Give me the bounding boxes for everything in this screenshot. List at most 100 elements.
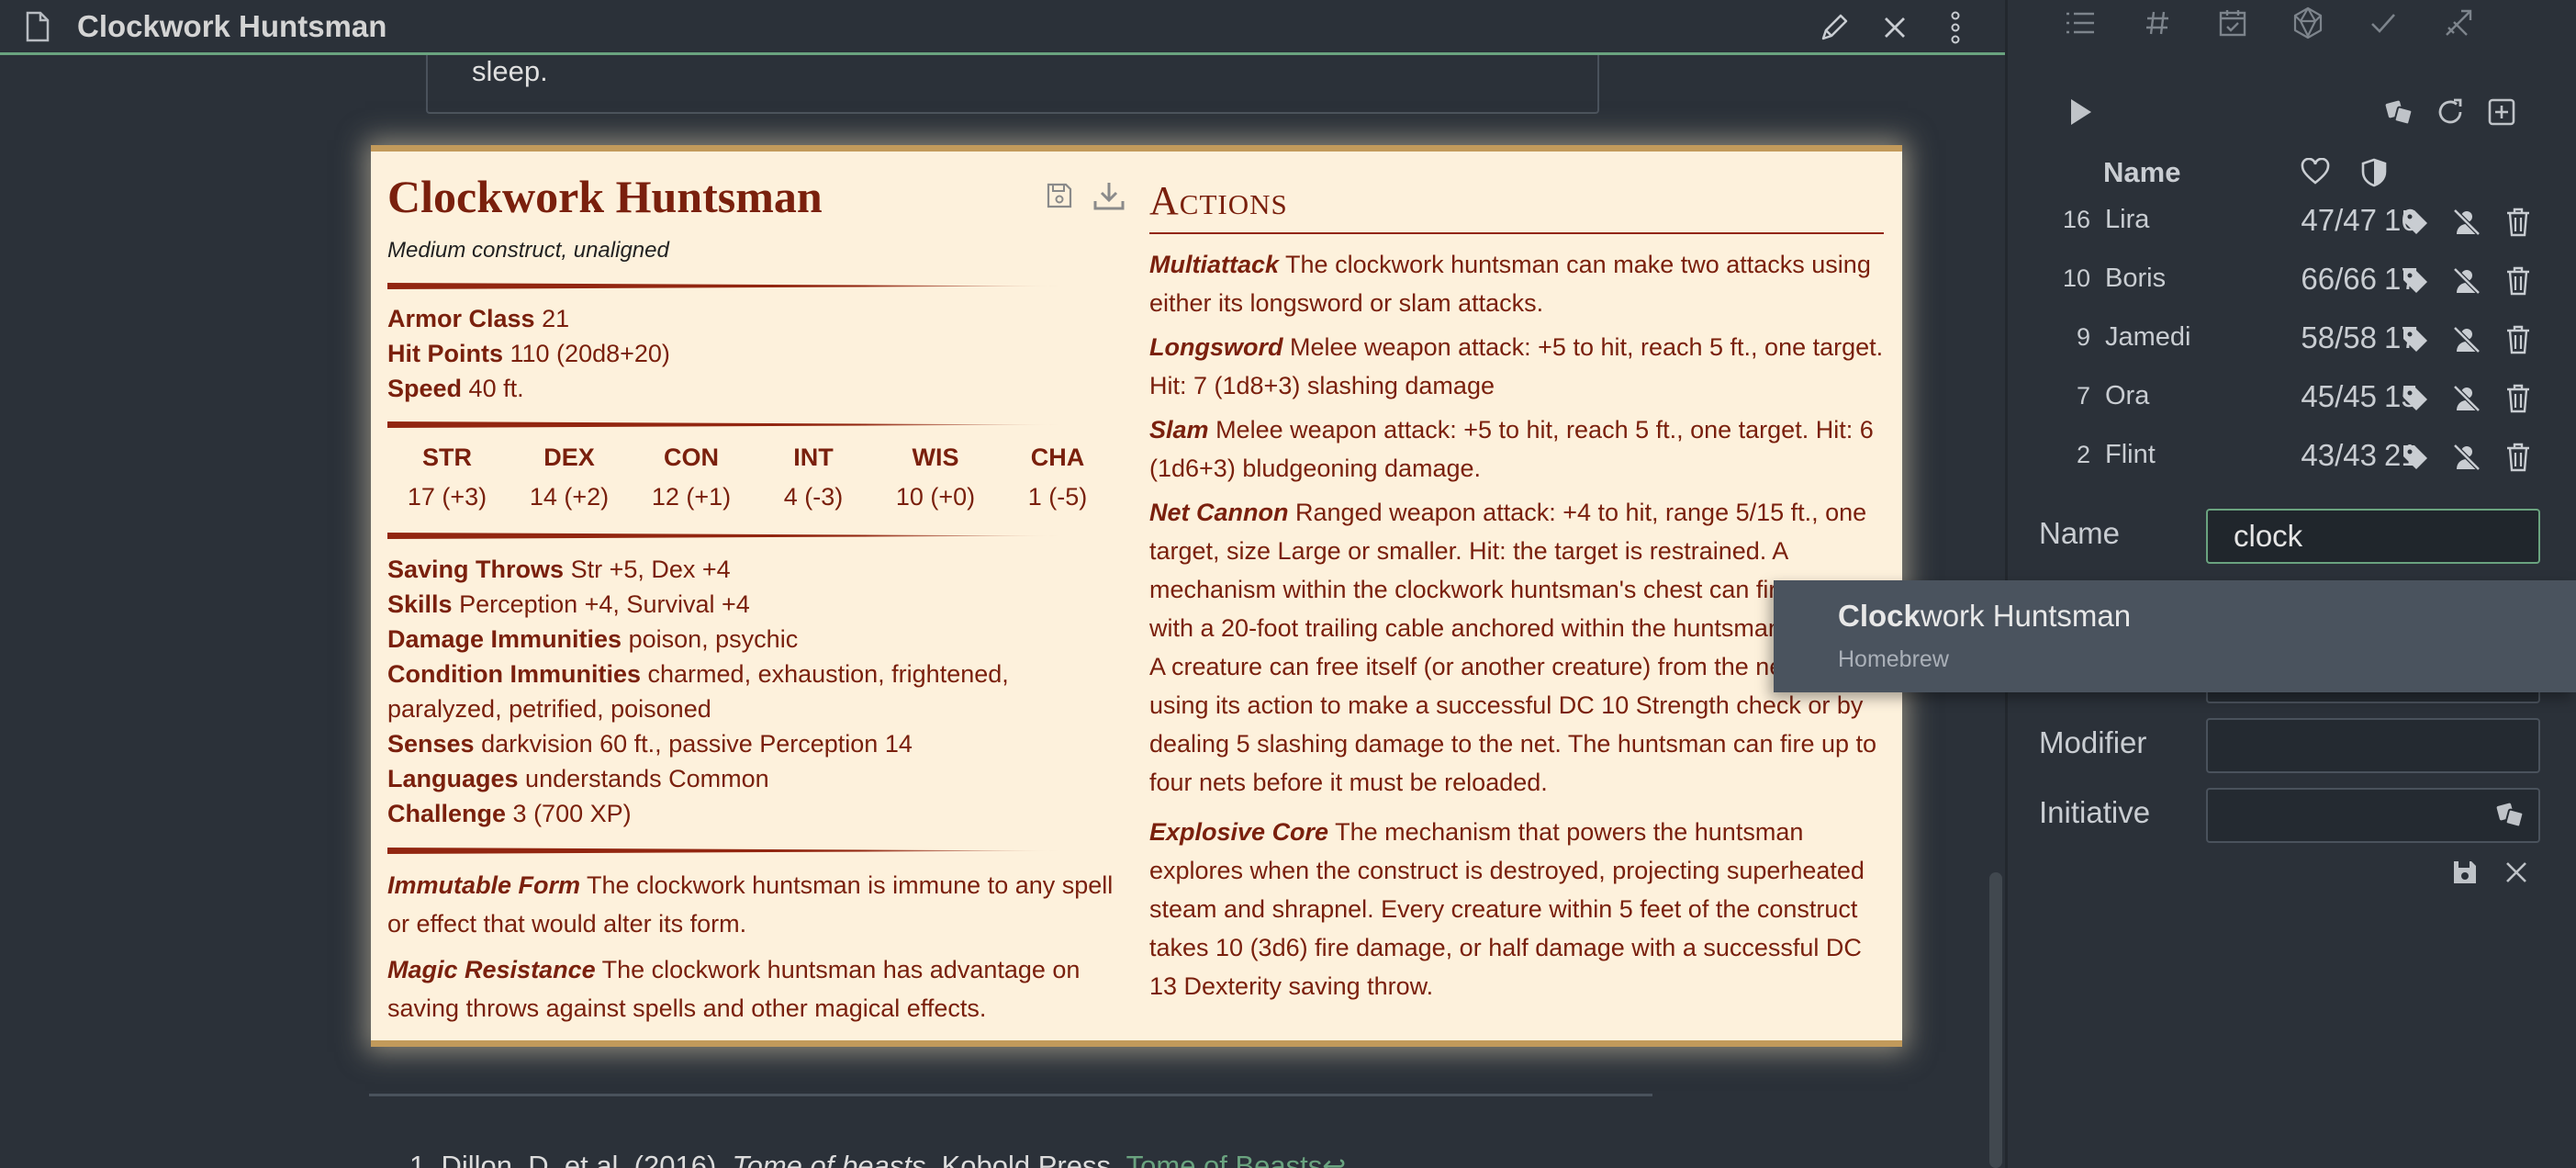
creature-row[interactable]: 9 Jamedi 58/58 17	[2008, 310, 2576, 369]
start-combat-button[interactable]	[2059, 90, 2103, 134]
creature-row[interactable]: 2 Flint 43/43 21	[2008, 428, 2576, 487]
ability-cha: CHA 1 (-5)	[1027, 444, 1088, 511]
creature-name[interactable]: Ora	[2105, 381, 2149, 411]
trash-icon[interactable]	[2498, 437, 2538, 477]
trash-icon[interactable]	[2498, 261, 2538, 301]
name-label: Name	[2039, 516, 2121, 550]
save-statblock-button[interactable]	[1041, 177, 1078, 214]
column-header-name: Name	[2103, 156, 2181, 188]
more-options-button[interactable]	[1933, 6, 1977, 50]
close-icon	[2503, 859, 2529, 885]
cancel-creature-button[interactable]	[2494, 850, 2538, 894]
section-divider	[387, 533, 1062, 539]
more-vertical-icon	[1950, 11, 1961, 44]
actions-header: Actions	[1149, 178, 1288, 223]
creature-name[interactable]: Boris	[2105, 264, 2166, 294]
actions-divider	[1149, 232, 1884, 234]
roll-initiative-dice-icon[interactable]	[2494, 801, 2526, 828]
footnote-link[interactable]: Tome of Beasts↩	[1126, 1150, 1347, 1168]
hit-points: Hit Points 110 (20d8+20)	[387, 340, 670, 367]
tag-icon[interactable]	[2395, 202, 2436, 242]
list-icon	[2065, 10, 2096, 36]
initiative-tab[interactable]	[2436, 0, 2481, 46]
note-title: Clockwork Huntsman	[77, 8, 387, 43]
close-note-button[interactable]	[1873, 6, 1917, 50]
creature-initiative[interactable]: 9	[2054, 323, 2090, 352]
tag-icon[interactable]	[2395, 261, 2436, 301]
tag-icon[interactable]	[2395, 320, 2436, 360]
creature-hp[interactable]: 45/45	[2243, 379, 2377, 414]
modifier-input[interactable]	[2206, 718, 2540, 773]
autocomplete-suggestion[interactable]: Clockwork Huntsman Homebrew	[1774, 580, 2576, 692]
shield-icon	[2360, 158, 2388, 187]
heart-icon	[2300, 158, 2331, 185]
action-slam: Slam Melee weapon attack: +5 to hit, rea…	[1149, 416, 1874, 482]
creature-name-input[interactable]	[2206, 509, 2540, 564]
tag-icon[interactable]	[2395, 437, 2436, 477]
hashtag-icon	[2144, 9, 2171, 37]
hide-creature-icon[interactable]	[2447, 437, 2487, 477]
note-pane: Clockwork Huntsman sleep. Clockwork Hunt…	[0, 0, 2005, 1168]
calendar-check-icon	[2218, 8, 2247, 38]
ability-int: INT 4 (-3)	[783, 444, 844, 511]
swords-icon	[2443, 7, 2474, 39]
initiative-input[interactable]	[2206, 788, 2540, 843]
creature-initiative[interactable]: 10	[2054, 264, 2090, 293]
creature-row[interactable]: 7 Ora 45/45 15	[2008, 369, 2576, 428]
save-creature-button[interactable]	[2443, 850, 2487, 894]
trash-icon[interactable]	[2498, 378, 2538, 419]
damage-immunities: Damage Immunities poison, psychic	[387, 625, 799, 653]
plus-square-icon	[2487, 97, 2516, 127]
ability-wis: WIS 10 (+0)	[895, 444, 976, 511]
skills: Skills Perception +4, Survival +4	[387, 590, 750, 618]
hide-creature-icon[interactable]	[2447, 202, 2487, 242]
creature-name[interactable]: Flint	[2105, 440, 2156, 470]
roll-initiatives-button[interactable]	[2377, 90, 2421, 134]
monster-name: Clockwork Huntsman	[387, 171, 823, 222]
check-icon	[2369, 11, 2397, 35]
creature-initiative[interactable]: 2	[2054, 441, 2090, 469]
suggestion-source: Homebrew	[1838, 646, 1949, 672]
tasks-tab[interactable]	[2360, 0, 2406, 46]
edit-button[interactable]	[1812, 6, 1856, 50]
tags-tab[interactable]	[2134, 0, 2180, 46]
trait-magic-resistance: Magic Resistance The clockwork huntsman …	[387, 956, 1081, 1022]
creature-initiative[interactable]: 7	[2054, 382, 2090, 410]
reset-encounter-button[interactable]	[2428, 90, 2472, 134]
scrollbar-thumb[interactable]	[1989, 872, 2002, 1168]
suggestion-name: Clockwork Huntsman	[1838, 599, 2132, 633]
dice-tab[interactable]	[2285, 0, 2331, 46]
trash-icon[interactable]	[2498, 320, 2538, 360]
tag-icon[interactable]	[2395, 378, 2436, 419]
creature-row[interactable]: 16 Lira 47/47 16	[2008, 193, 2576, 252]
action-longsword: Longsword Melee weapon attack: +5 to hit…	[1149, 333, 1884, 399]
hide-creature-icon[interactable]	[2447, 320, 2487, 360]
creature-initiative[interactable]: 16	[2054, 206, 2090, 234]
saving-throws: Saving Throws Str +5, Dex +4	[387, 556, 731, 583]
initiative-label: Initiative	[2039, 795, 2151, 829]
previous-callout-text: sleep.	[472, 55, 548, 87]
section-divider	[387, 421, 1062, 428]
creature-hp[interactable]: 43/43	[2243, 438, 2377, 473]
creature-hp[interactable]: 47/47	[2243, 203, 2377, 238]
hide-creature-icon[interactable]	[2447, 378, 2487, 419]
creature-row[interactable]: 10 Boris 66/66 17	[2008, 252, 2576, 310]
dice-icon	[2383, 98, 2414, 126]
languages: Languages understands Common	[387, 765, 769, 792]
calendar-tab[interactable]	[2210, 0, 2256, 46]
creature-hp[interactable]: 58/58	[2243, 320, 2377, 355]
creature-name[interactable]: Lira	[2105, 205, 2149, 235]
trash-icon[interactable]	[2498, 202, 2538, 242]
section-divider	[387, 283, 1062, 289]
creature-hp[interactable]: 66/66	[2243, 262, 2377, 297]
column-header-hp	[2300, 158, 2331, 185]
pencil-icon	[1819, 12, 1850, 43]
modifier-label: Modifier	[2039, 725, 2147, 759]
hide-creature-icon[interactable]	[2447, 261, 2487, 301]
action-multiattack: Multiattack The clockwork huntsman can m…	[1149, 251, 1871, 317]
add-creature-button[interactable]	[2480, 90, 2524, 134]
download-statblock-button[interactable]	[1091, 177, 1127, 214]
creature-name[interactable]: Jamedi	[2105, 322, 2191, 353]
outline-tab[interactable]	[2057, 0, 2103, 46]
stat-block: Clockwork Huntsman Medium construct, una…	[371, 145, 1902, 1047]
